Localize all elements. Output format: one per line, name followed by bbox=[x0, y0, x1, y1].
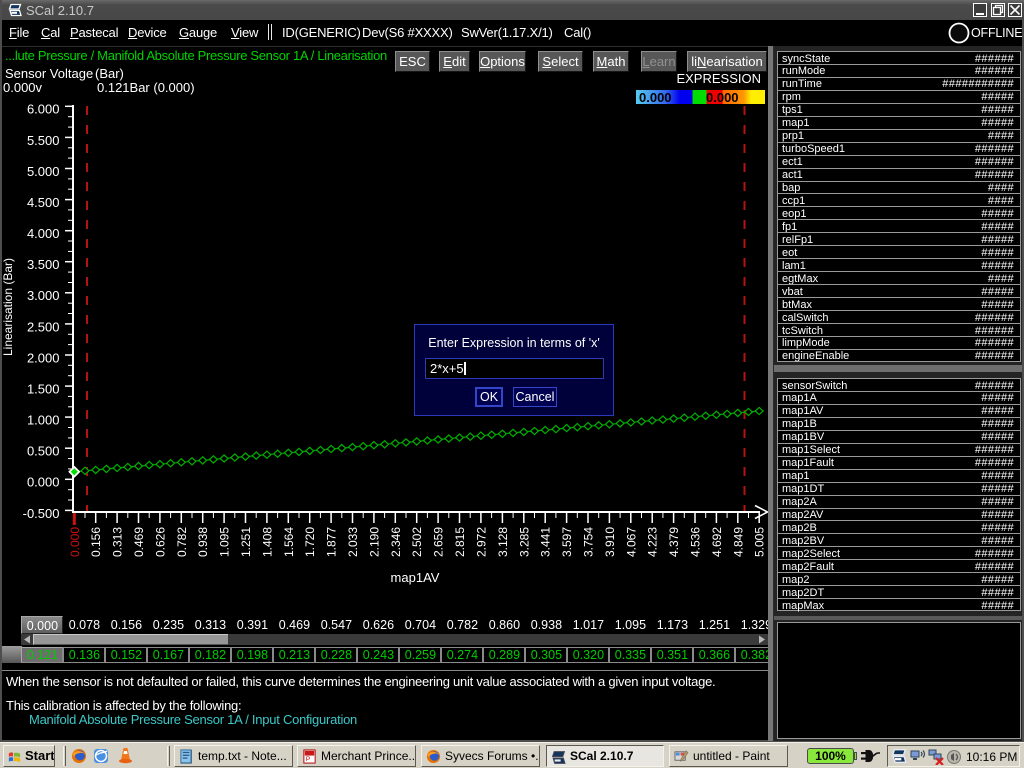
svg-text:1.251: 1.251 bbox=[239, 527, 253, 557]
svg-text:1.564: 1.564 bbox=[282, 527, 296, 557]
svg-text:4.067: 4.067 bbox=[624, 527, 638, 557]
svg-text:5.000: 5.000 bbox=[27, 164, 60, 179]
svg-text:2.346: 2.346 bbox=[389, 527, 403, 557]
svg-text:2.190: 2.190 bbox=[367, 527, 381, 557]
svg-text:4.379: 4.379 bbox=[667, 527, 681, 557]
svg-text:0.156: 0.156 bbox=[89, 527, 103, 557]
svg-text:4.500: 4.500 bbox=[27, 195, 60, 210]
svg-text:1.000: 1.000 bbox=[27, 413, 60, 428]
svg-text:0.000: 0.000 bbox=[27, 475, 60, 490]
svg-text:map1AV: map1AV bbox=[391, 570, 440, 585]
svg-text:Linearisation (Bar): Linearisation (Bar) bbox=[2, 258, 15, 356]
svg-text:0.782: 0.782 bbox=[175, 527, 189, 557]
svg-text:0.000: 0.000 bbox=[68, 527, 82, 557]
svg-text:5.500: 5.500 bbox=[27, 133, 60, 148]
svg-text:3.000: 3.000 bbox=[27, 288, 60, 303]
svg-text:3.128: 3.128 bbox=[496, 527, 510, 557]
svg-text:6.000: 6.000 bbox=[27, 102, 60, 117]
svg-text:3.597: 3.597 bbox=[560, 527, 574, 557]
svg-text:2.815: 2.815 bbox=[453, 527, 467, 557]
svg-text:2.033: 2.033 bbox=[346, 527, 360, 557]
svg-text:3.910: 3.910 bbox=[603, 527, 617, 557]
svg-text:3.441: 3.441 bbox=[539, 527, 553, 557]
svg-text:-0.500: -0.500 bbox=[23, 506, 60, 521]
svg-text:2.972: 2.972 bbox=[474, 527, 488, 557]
svg-text:2.500: 2.500 bbox=[27, 319, 60, 334]
svg-text:0.938: 0.938 bbox=[196, 527, 210, 557]
svg-text:4.692: 4.692 bbox=[710, 527, 724, 557]
svg-text:5.005: 5.005 bbox=[753, 527, 767, 557]
svg-text:4.536: 4.536 bbox=[689, 527, 703, 557]
svg-text:0.313: 0.313 bbox=[111, 527, 125, 557]
svg-text:1.500: 1.500 bbox=[27, 382, 60, 397]
svg-text:3.500: 3.500 bbox=[27, 257, 60, 272]
svg-text:0.626: 0.626 bbox=[153, 527, 167, 557]
svg-text:1.095: 1.095 bbox=[218, 527, 232, 557]
svg-text:1.720: 1.720 bbox=[303, 527, 317, 557]
svg-text:2.000: 2.000 bbox=[27, 350, 60, 365]
svg-text:1.877: 1.877 bbox=[325, 527, 339, 557]
svg-text:3.285: 3.285 bbox=[517, 527, 531, 557]
svg-text:4.000: 4.000 bbox=[27, 226, 60, 241]
svg-text:P: P bbox=[306, 756, 311, 763]
svg-text:2.659: 2.659 bbox=[432, 527, 446, 557]
svg-text:1.408: 1.408 bbox=[260, 527, 274, 557]
svg-text:4.849: 4.849 bbox=[731, 527, 745, 557]
svg-text:0.500: 0.500 bbox=[27, 444, 60, 459]
svg-text:0.469: 0.469 bbox=[132, 527, 146, 557]
svg-text:4.223: 4.223 bbox=[646, 527, 660, 557]
svg-text:2.502: 2.502 bbox=[410, 527, 424, 557]
svg-text:3.754: 3.754 bbox=[582, 527, 596, 557]
